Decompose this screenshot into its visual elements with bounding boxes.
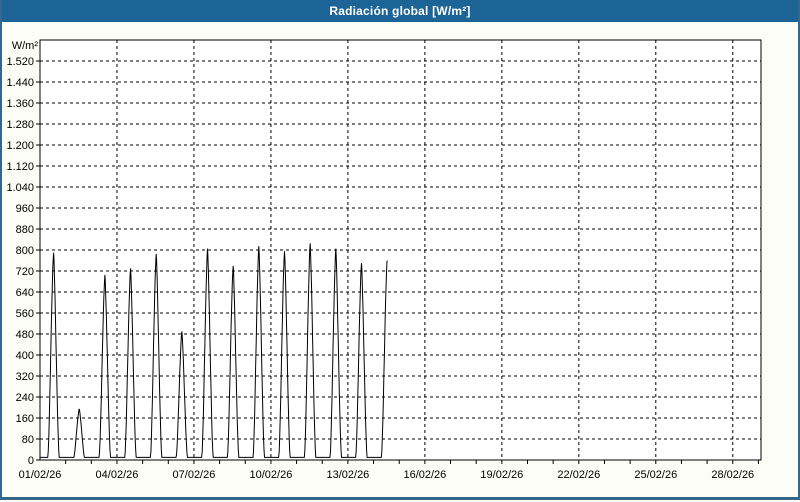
y-tick-label: 240 [16,392,34,404]
x-tick-label: 04/02/26 [96,469,139,481]
y-tick-label: 640 [16,287,34,299]
x-tick-label: 10/02/26 [250,469,293,481]
x-tick-label: 22/02/26 [557,469,600,481]
y-tick-label: 880 [16,224,34,236]
y-tick-label: 320 [16,371,34,383]
x-tick-label: 16/02/26 [403,469,446,481]
y-tick-label: 480 [16,329,34,341]
y-tick-label: 0 [28,455,34,467]
x-tick-label: 25/02/26 [634,469,677,481]
y-tick-label: 1.120 [6,161,34,173]
y-tick-label: 160 [16,413,34,425]
y-tick-label: 1.280 [6,119,34,131]
radiation-line-chart: 0 80 160 240 320 400 480 560 640 720 800 880 960 1.04… [0,22,800,497]
y-tick-label: 1.040 [6,182,34,194]
y-tick-label: 80 [22,434,34,446]
chart-title: Radiación global [W/m²] [329,4,470,18]
x-tick-label: 28/02/26 [711,469,754,481]
y-tick-label: 1.200 [6,140,34,152]
x-tick-label: 19/02/26 [480,469,523,481]
y-tick-label: 1.520 [6,56,34,68]
title-bar: Radiación global [W/m²] [2,0,798,22]
y-axis-unit-label: W/m² [12,40,39,52]
radiation-chart-window: Radiación global [W/m²] 0 80 160 240 320 400 4… [0,0,800,500]
y-tick-label: 560 [16,308,34,320]
y-tick-label: 1.360 [6,98,34,110]
y-tick-label: 960 [16,203,34,215]
y-tick-label: 720 [16,266,34,278]
x-tick-label: 13/02/26 [326,469,369,481]
x-tick-label: 07/02/26 [173,469,216,481]
y-tick-label: 1.440 [6,77,34,89]
y-tick-label: 800 [16,245,34,257]
x-tick-label: 01/02/26 [19,469,62,481]
y-tick-label: 400 [16,350,34,362]
chart-area: 0 80 160 240 320 400 480 560 640 720 800 880 960 1.04… [0,22,800,497]
